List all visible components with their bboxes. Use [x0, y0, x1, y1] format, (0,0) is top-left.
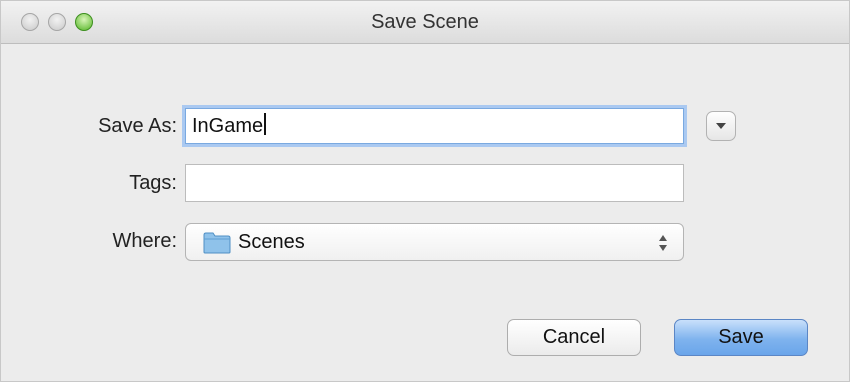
expand-dialog-button[interactable]	[706, 111, 736, 141]
title-bar[interactable]: Save Scene	[1, 1, 849, 44]
save-as-value: InGame	[192, 114, 264, 137]
text-cursor	[264, 113, 267, 135]
chevron-down-icon	[716, 123, 726, 129]
window-title: Save Scene	[371, 11, 479, 33]
where-label: Where:	[112, 230, 177, 252]
tags-label: Tags:	[129, 172, 177, 194]
save-as-field[interactable]: InGame	[185, 108, 684, 144]
save-as-label: Save As:	[98, 115, 177, 137]
folder-icon	[203, 232, 231, 254]
where-selected-value: Scenes	[238, 231, 305, 253]
cancel-button[interactable]: Cancel	[507, 319, 641, 356]
save-dialog-window: Save Scene Save As: InGame Tags: Where: …	[0, 0, 850, 382]
where-popup-button[interactable]: Scenes	[185, 223, 684, 261]
tags-field[interactable]	[185, 164, 684, 202]
save-button[interactable]: Save	[674, 319, 808, 356]
up-down-stepper-icon	[659, 235, 667, 251]
